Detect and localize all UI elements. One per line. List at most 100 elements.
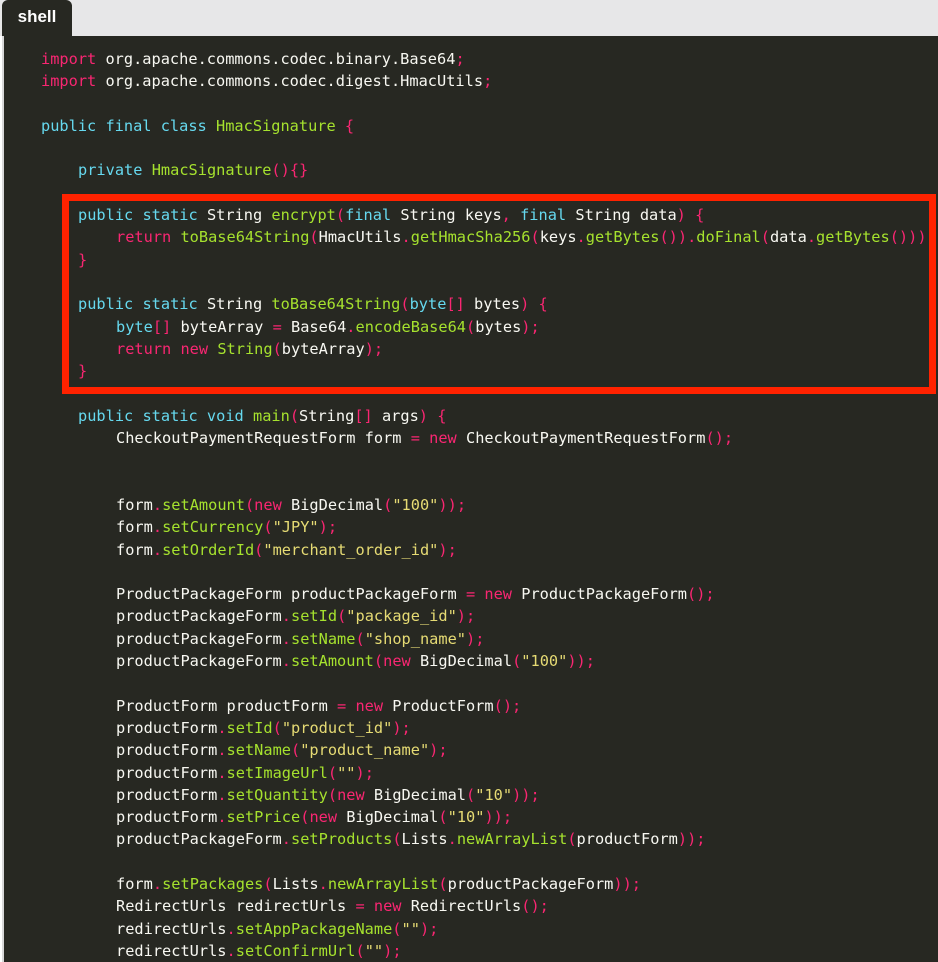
- code-token: []: [446, 295, 475, 314]
- code-token: BigDecimal: [373, 785, 467, 804]
- code-token: RedirectUrls redirectUrls: [116, 897, 356, 916]
- code-token: bytes: [474, 295, 521, 314]
- code-token: (: [373, 652, 384, 671]
- code-token: );: [392, 718, 411, 737]
- code-token: HmacSignature: [151, 161, 272, 180]
- code-token: );: [456, 607, 476, 626]
- code-token: form: [116, 495, 153, 514]
- code-token: String keys: [400, 206, 502, 225]
- code-line: form.setPackages(Lists.newArrayList(prod…: [4, 873, 938, 895]
- code-line: }: [4, 249, 938, 271]
- code-token: (: [272, 339, 282, 358]
- code-token: setAppPackageName: [235, 919, 393, 938]
- code-token: );: [419, 919, 439, 938]
- code-token: "JPY": [272, 518, 319, 537]
- code-token: .: [226, 919, 236, 938]
- code-token: (: [327, 763, 338, 782]
- code-token: setAmount: [162, 495, 245, 514]
- code-token: "product_name": [300, 741, 430, 760]
- code-token: (: [254, 540, 264, 559]
- code-token: return: [116, 228, 181, 247]
- code-token: ));: [613, 874, 642, 893]
- code-token: main: [252, 406, 290, 425]
- code-token: final: [520, 206, 576, 225]
- code-token: encodeBase64: [355, 317, 467, 336]
- code-line: return toBase64String(HmacUtils.getHmacS…: [4, 226, 938, 248]
- code-token: productPackageForm: [116, 607, 282, 626]
- code-token: setPrice: [226, 808, 301, 827]
- code-token: .: [447, 830, 457, 849]
- code-token: ();: [521, 897, 549, 916]
- code-token: public static: [78, 295, 207, 314]
- code-line: RedirectUrls redirectUrls = new Redirect…: [4, 895, 938, 917]
- code-token: "": [364, 941, 384, 960]
- code-token: =: [465, 585, 485, 604]
- code-token: String data: [575, 206, 677, 225]
- code-token: RedirectUrls: [410, 897, 522, 916]
- code-token: data: [769, 228, 807, 247]
- code-token: encrypt: [271, 206, 336, 225]
- code-token: private: [78, 161, 152, 180]
- code-token: .: [576, 228, 586, 247]
- code-token: redirectUrls: [116, 941, 227, 960]
- code-token: Base64: [291, 317, 347, 336]
- code-token: setName: [291, 629, 356, 648]
- code-token: .: [217, 718, 227, 737]
- code-token: new: [337, 785, 374, 804]
- code-token: redirectUrls: [116, 919, 227, 938]
- code-token: getBytes: [816, 228, 890, 247]
- code-token: new: [429, 429, 466, 448]
- code-token: ();: [705, 429, 734, 448]
- code-token: .: [281, 830, 291, 849]
- code-line: productForm.setQuantity(new BigDecimal("…: [4, 784, 938, 806]
- code-token: public final class: [41, 116, 216, 135]
- code-token: setConfirmUrl: [235, 941, 356, 960]
- code-token: (: [355, 941, 365, 960]
- tab-shell[interactable]: shell: [2, 0, 72, 36]
- code-token: .: [281, 607, 291, 626]
- code-token: ;: [483, 72, 493, 91]
- code-token: .: [217, 808, 227, 827]
- code-token: .: [217, 741, 227, 760]
- code-token: (: [327, 785, 338, 804]
- code-token: ) {: [676, 206, 705, 225]
- code-line: redirectUrls.setAppPackageName("");: [4, 918, 938, 940]
- code-line: form.setAmount(new BigDecimal("100"));: [4, 494, 938, 516]
- code-token: setQuantity: [226, 785, 328, 804]
- code-token: HmacSignature: [215, 116, 345, 135]
- code-token: setPackages: [162, 874, 264, 893]
- code-viewer: shell import org.apache.commons.codec.bi…: [0, 0, 938, 962]
- code-token: setAmount: [291, 652, 374, 671]
- code-token: newArrayList: [327, 874, 439, 893]
- code-line: form.setOrderId("merchant_order_id");: [4, 539, 938, 561]
- code-token: (: [466, 785, 476, 804]
- code-token: );: [355, 763, 374, 782]
- code-token: "product_id": [281, 718, 393, 737]
- code-token: HmacUtils: [318, 228, 402, 247]
- code-token: {: [344, 116, 355, 135]
- code-token: org.apache.commons.codec.binary.Base64: [105, 50, 456, 68]
- code-token: public static: [78, 206, 207, 225]
- code-token: .: [226, 941, 236, 960]
- code-token: ));: [567, 652, 595, 671]
- code-editor[interactable]: import org.apache.commons.codec.binary.B…: [2, 36, 938, 962]
- code-token: byteArray: [180, 317, 273, 336]
- code-token: ()).: [659, 228, 697, 247]
- code-token: );: [521, 317, 540, 336]
- code-line: }: [4, 360, 938, 382]
- code-token: ();: [493, 696, 522, 715]
- code-token: (: [760, 228, 770, 247]
- code-token: productForm: [116, 741, 218, 760]
- code-token: "package_id": [346, 607, 457, 626]
- code-token: setName: [226, 741, 291, 760]
- code-token: productForm: [116, 785, 218, 804]
- code-token: );: [364, 339, 384, 358]
- code-token: .: [152, 495, 163, 514]
- code-token: final: [345, 206, 401, 225]
- code-token: productPackageForm: [116, 629, 282, 648]
